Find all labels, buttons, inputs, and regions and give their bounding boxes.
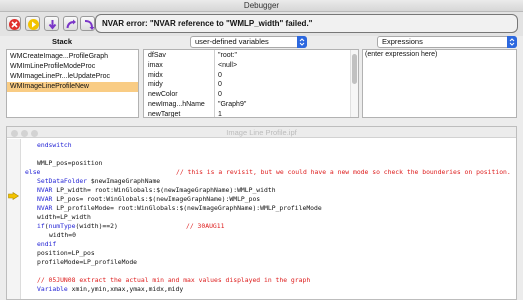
popup-chevron-icon bbox=[297, 36, 307, 48]
expression-entry[interactable]: (enter expression here) bbox=[363, 50, 516, 58]
variable-row[interactable]: midy 0 bbox=[144, 80, 358, 90]
code-comment: // this is a revisit, but we could have … bbox=[176, 168, 511, 176]
stack-item[interactable]: WMImageLinePr...leUpdateProc bbox=[7, 72, 138, 82]
procedure-titlebar[interactable]: Image Line Profile.ipf bbox=[7, 127, 516, 138]
variable-value: 0 bbox=[218, 71, 222, 79]
code-line: width=LP_width bbox=[37, 213, 91, 221]
stack-item[interactable]: WMImLineProfileModeProc bbox=[7, 62, 138, 72]
procedure-window: Image Line Profile.ipf endswitch WMLP_pos… bbox=[6, 126, 517, 300]
expressions-popup-value: Expressions bbox=[382, 37, 423, 46]
code-line: endif bbox=[37, 240, 57, 248]
code-line: width=0 bbox=[49, 231, 76, 239]
step-into-button[interactable] bbox=[63, 16, 78, 31]
code-line: Variable xmin,ymin,xmax,ymax,midx,midy bbox=[37, 285, 184, 293]
variables-popup[interactable]: user-defined variables bbox=[190, 36, 307, 48]
step-into-icon bbox=[66, 19, 76, 29]
stack-label: Stack bbox=[52, 37, 73, 46]
step-out-button[interactable] bbox=[80, 16, 95, 31]
variable-name: newTarget bbox=[148, 110, 181, 118]
variable-name: dfSav bbox=[148, 52, 166, 59]
procedure-title: Image Line Profile.ipf bbox=[226, 128, 297, 137]
go-icon bbox=[28, 19, 39, 30]
code-line: NVAR LP_pos= root:WinGlobals:$(newImageG… bbox=[37, 195, 261, 203]
window-titlebar[interactable]: Debugger bbox=[0, 0, 523, 12]
variable-row[interactable]: imax <null> bbox=[144, 61, 358, 71]
variables-popup-value: user-defined variables bbox=[195, 37, 269, 46]
variables-list[interactable]: dfSav "root:" imax <null> midx 0 midy 0 newC… bbox=[143, 49, 359, 118]
code-comment: // 05JUN08 extract the actual min and ma… bbox=[37, 276, 311, 284]
code-line: profileMode=LP_profileMode bbox=[37, 258, 138, 266]
code-line: if(numType(width)==2) bbox=[37, 222, 118, 230]
variable-row[interactable]: newImag...hName "Graph9" bbox=[144, 100, 358, 110]
code-line: NVAR LP_profileMode= root:WinGlobals:$(n… bbox=[37, 204, 322, 212]
variable-name: newImag...hName bbox=[148, 100, 205, 108]
debugger-toolbar: NVAR error: "NVAR reference to "WMLP_wid… bbox=[0, 12, 523, 36]
code-line: SetDataFolder $newImageGraphName bbox=[37, 177, 161, 185]
stack-item-selected[interactable]: WMImageLineProfileNew bbox=[7, 82, 138, 92]
variable-row[interactable]: midx 0 bbox=[144, 71, 358, 81]
expressions-popup[interactable]: Expressions bbox=[377, 36, 517, 48]
variable-value: 1 bbox=[218, 110, 222, 118]
code-line: endswitch bbox=[37, 141, 72, 149]
variable-name: midx bbox=[148, 71, 163, 79]
error-message-box: NVAR error: "NVAR reference to "WMLP_wid… bbox=[95, 14, 518, 33]
variable-name: newColor bbox=[148, 91, 178, 99]
step-out-icon bbox=[84, 20, 95, 30]
stack-item[interactable]: WMCreateImage...ProfileGraph bbox=[7, 52, 138, 62]
code-line: position=LP_pos bbox=[37, 249, 95, 257]
window-title: Debugger bbox=[243, 1, 280, 10]
code-line: else bbox=[25, 168, 41, 176]
go-button[interactable] bbox=[25, 16, 40, 31]
current-line-pointer-icon bbox=[8, 192, 19, 200]
variables-scrollbar[interactable] bbox=[350, 50, 358, 117]
code-line: WMLP_pos=position bbox=[37, 159, 103, 167]
stack-list[interactable]: WMCreateImage...ProfileGraph WMImLinePro… bbox=[6, 49, 139, 118]
variable-value: 0 bbox=[218, 91, 222, 99]
variable-row[interactable]: newColor 0 bbox=[144, 90, 358, 100]
zoom-window-button[interactable] bbox=[31, 130, 38, 137]
variable-value: <null> bbox=[218, 61, 238, 69]
variable-name: midy bbox=[148, 81, 163, 89]
minimize-window-button[interactable] bbox=[21, 130, 28, 137]
breakpoint-gutter[interactable] bbox=[7, 139, 21, 299]
variable-value: "root:" bbox=[218, 52, 237, 59]
expressions-list[interactable]: (enter expression here) bbox=[362, 49, 517, 118]
code-editor[interactable]: endswitch WMLP_pos=position else // this is… bbox=[21, 139, 516, 299]
variable-value: "Graph9" bbox=[218, 100, 247, 108]
step-arrow-icon bbox=[48, 20, 57, 30]
code-line: NVAR LP_width= root:WinGlobals:$(newImag… bbox=[37, 186, 276, 194]
variable-value: 0 bbox=[218, 81, 222, 89]
stop-button[interactable] bbox=[6, 16, 21, 31]
variable-row[interactable]: newTarget 1 bbox=[144, 110, 358, 118]
popup-chevron-icon bbox=[507, 36, 517, 48]
step-button[interactable] bbox=[44, 16, 59, 31]
scrollbar-thumb[interactable] bbox=[352, 54, 357, 84]
stop-icon bbox=[9, 19, 20, 30]
close-window-button[interactable] bbox=[11, 130, 18, 137]
variable-name: imax bbox=[148, 61, 163, 69]
code-comment: // 30AUG11 bbox=[186, 222, 225, 230]
variable-row[interactable]: dfSav "root:" bbox=[144, 51, 358, 61]
